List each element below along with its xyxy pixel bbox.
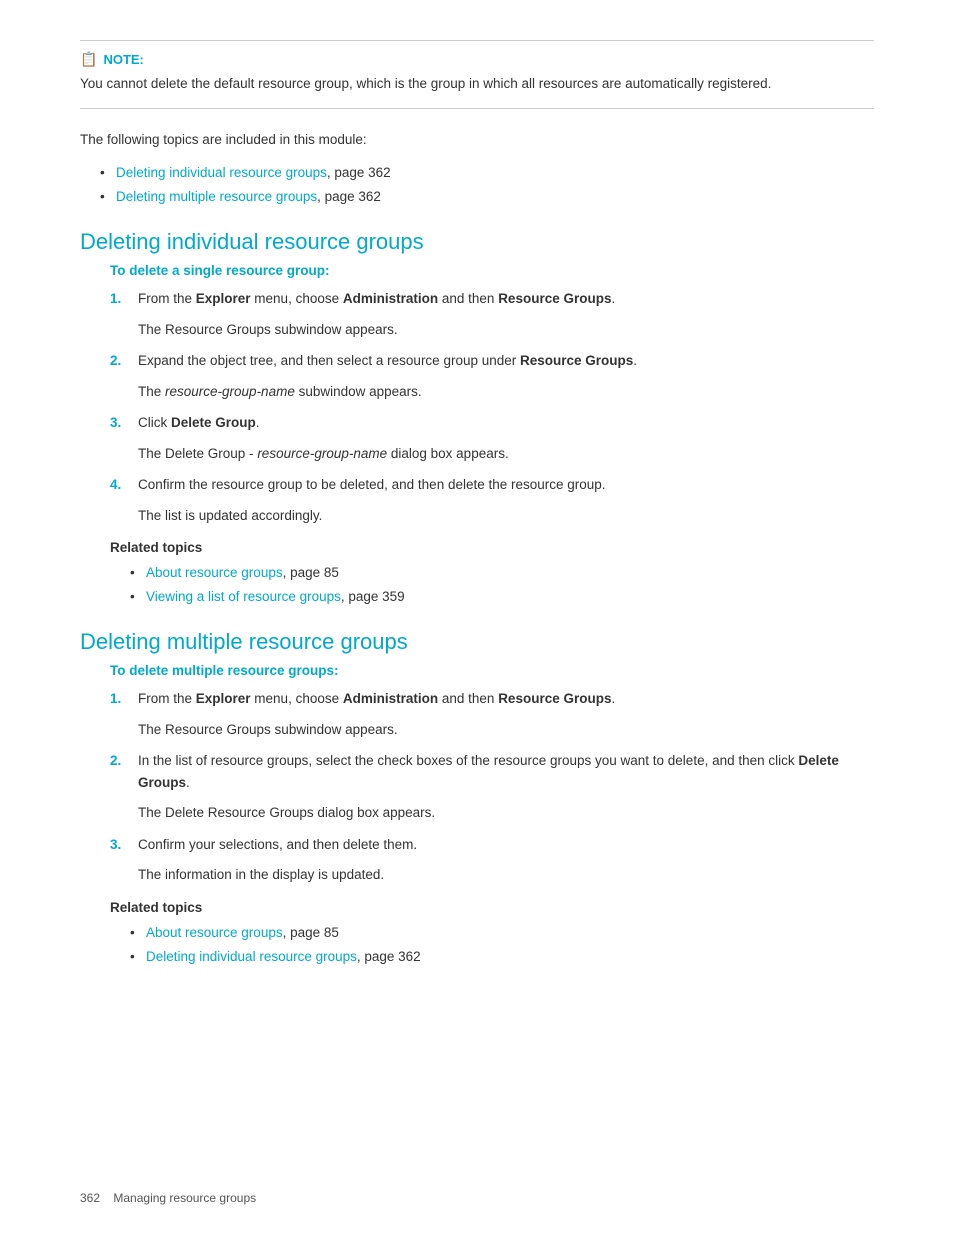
intro-text: The following topics are included in thi…: [80, 129, 874, 151]
section2-related-2-anchor[interactable]: Deleting individual resource groups: [146, 949, 357, 964]
section2-related-heading: Related topics: [110, 900, 874, 915]
intro-links-list: Deleting individual resource groups, pag…: [100, 161, 874, 210]
section2-step2-subtext: The Delete Resource Groups dialog box ap…: [138, 803, 874, 823]
section2-subheading: To delete multiple resource groups:: [110, 663, 874, 678]
section1-heading: Deleting individual resource groups: [80, 229, 874, 255]
section1-step-3: 3. Click Delete Group.: [110, 412, 874, 434]
step-num: 2.: [110, 350, 128, 372]
step-bold: Delete Groups: [138, 753, 839, 790]
step-content: From the Explorer menu, choose Administr…: [138, 288, 874, 310]
section2-steps-1: 1. From the Explorer menu, choose Admini…: [110, 688, 874, 710]
section1-step4-subtext: The list is updated accordingly.: [138, 506, 874, 526]
section2-related-1-anchor[interactable]: About resource groups: [146, 925, 283, 940]
note-text: You cannot delete the default resource g…: [80, 74, 874, 94]
section1-step-2: 2. Expand the object tree, and then sele…: [110, 350, 874, 372]
intro-link-2-anchor[interactable]: Deleting multiple resource groups: [116, 189, 317, 204]
step-bold: Resource Groups: [498, 291, 611, 306]
step-content: In the list of resource groups, select t…: [138, 750, 874, 793]
section2-step-1: 1. From the Explorer menu, choose Admini…: [110, 688, 874, 710]
section2-step-2: 2. In the list of resource groups, selec…: [110, 750, 874, 793]
section1-step3-subtext: The Delete Group - resource-group-name d…: [138, 444, 874, 464]
intro-link-1: Deleting individual resource groups, pag…: [100, 161, 874, 185]
note-label-text: NOTE:: [103, 52, 143, 67]
section2-related-1: About resource groups, page 85: [130, 921, 874, 945]
section1-related-heading: Related topics: [110, 540, 874, 555]
step-bold: Resource Groups: [520, 353, 633, 368]
section1-steps-2: 2. Expand the object tree, and then sele…: [110, 350, 874, 372]
step-num: 1.: [110, 688, 128, 710]
section2-step-3: 3. Confirm your selections, and then del…: [110, 834, 874, 856]
section1-related-2: Viewing a list of resource groups, page …: [130, 585, 874, 609]
intro-link-2: Deleting multiple resource groups, page …: [100, 185, 874, 209]
footer-page-num: 362: [80, 1191, 100, 1205]
section1-related-1: About resource groups, page 85: [130, 561, 874, 585]
note-text-part2: , which is the group in which all resour…: [349, 76, 771, 91]
section1-step1-subtext: The Resource Groups subwindow appears.: [138, 320, 874, 340]
section1-related-list: About resource groups, page 85 Viewing a…: [130, 561, 874, 610]
step-bold: Administration: [343, 691, 438, 706]
step-num: 1.: [110, 288, 128, 310]
note-icon: 📋: [80, 51, 97, 68]
step-bold: Delete Group: [171, 415, 256, 430]
step-num: 3.: [110, 412, 128, 434]
section2-steps-2: 2. In the list of resource groups, selec…: [110, 750, 874, 793]
step-num: 2.: [110, 750, 128, 793]
step-content: Expand the object tree, and then select …: [138, 350, 874, 372]
step-content: From the Explorer menu, choose Administr…: [138, 688, 874, 710]
section1-subheading: To delete a single resource group:: [110, 263, 874, 278]
section2-step1-subtext: The Resource Groups subwindow appears.: [138, 720, 874, 740]
section1-steps-4: 4. Confirm the resource group to be dele…: [110, 474, 874, 496]
section1-step-1: 1. From the Explorer menu, choose Admini…: [110, 288, 874, 310]
section2-related-2: Deleting individual resource groups, pag…: [130, 945, 874, 969]
section1-step2-subtext: The resource-group-name subwindow appear…: [138, 382, 874, 402]
section2-step3-subtext: The information in the display is update…: [138, 865, 874, 885]
step-bold: Explorer: [196, 691, 251, 706]
section1-related-1-anchor[interactable]: About resource groups: [146, 565, 283, 580]
section1-steps-3: 3. Click Delete Group.: [110, 412, 874, 434]
footer-text: Managing resource groups: [113, 1191, 256, 1205]
section1-related-2-anchor[interactable]: Viewing a list of resource groups: [146, 589, 341, 604]
section2-heading: Deleting multiple resource groups: [80, 629, 874, 655]
step-content: Confirm your selections, and then delete…: [138, 834, 874, 856]
intro-link-1-anchor[interactable]: Deleting individual resource groups: [116, 165, 327, 180]
page-container: 📋 NOTE: You cannot delete the default re…: [0, 0, 954, 1235]
step-content: Click Delete Group.: [138, 412, 874, 434]
step-bold: Explorer: [196, 291, 251, 306]
step-bold: Resource Groups: [498, 691, 611, 706]
step-num: 3.: [110, 834, 128, 856]
step-content: Confirm the resource group to be deleted…: [138, 474, 874, 496]
note-label: 📋 NOTE:: [80, 51, 874, 68]
step-bold: Administration: [343, 291, 438, 306]
note-text-part1: You cannot delete the default resource g…: [80, 76, 349, 91]
section2-steps-3: 3. Confirm your selections, and then del…: [110, 834, 874, 856]
step-num: 4.: [110, 474, 128, 496]
note-box: 📋 NOTE: You cannot delete the default re…: [80, 40, 874, 109]
section1-steps: 1. From the Explorer menu, choose Admini…: [110, 288, 874, 310]
section2-related-list: About resource groups, page 85 Deleting …: [130, 921, 874, 970]
section1-step-4: 4. Confirm the resource group to be dele…: [110, 474, 874, 496]
footer: 362 Managing resource groups: [80, 1191, 256, 1205]
